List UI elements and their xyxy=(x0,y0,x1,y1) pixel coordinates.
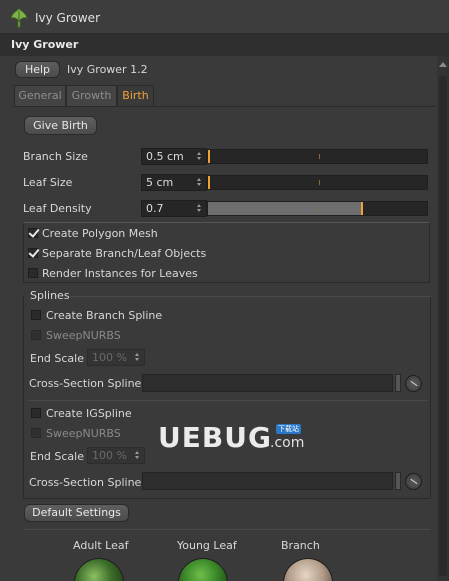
spinner-icon[interactable] xyxy=(197,178,202,187)
end-scale-label: End Scale xyxy=(30,450,84,463)
end-scale-label: End Scale xyxy=(30,352,84,365)
tab-birth[interactable]: Birth xyxy=(117,85,154,106)
sweep-nurbs-label: SweepNURBS xyxy=(46,427,121,440)
splines-divider xyxy=(29,400,427,401)
leaf-density-value: 0.7 xyxy=(146,202,164,215)
default-settings-button[interactable]: Default Settings xyxy=(24,504,129,522)
tab-growth[interactable]: Growth xyxy=(66,85,117,106)
branch-size-label: Branch Size xyxy=(23,150,88,163)
separate-objects-label: Separate Branch/Leaf Objects xyxy=(42,247,207,260)
tab-divider xyxy=(14,106,436,107)
materials-divider xyxy=(23,529,430,530)
create-polygon-mesh-checkbox[interactable] xyxy=(28,228,38,238)
render-instances-checkbox[interactable] xyxy=(28,268,38,278)
cross-section-spline-label: Cross-Section Spline xyxy=(29,476,142,489)
watermark-text: UEBUG xyxy=(158,421,272,454)
ivy-leaf-icon xyxy=(10,8,28,28)
slider-fill xyxy=(208,202,361,215)
leaf-density-slider[interactable] xyxy=(207,201,428,216)
watermark-tag: 下载站 xyxy=(276,424,301,434)
sweep-nurbs-checkbox[interactable] xyxy=(31,428,41,438)
link-button[interactable] xyxy=(395,472,401,490)
panel-header: Ivy Grower xyxy=(0,34,449,56)
watermark-suffix: .com xyxy=(270,435,305,451)
pick-object-icon[interactable] xyxy=(405,375,422,392)
cross-section-spline-field[interactable] xyxy=(142,472,393,490)
title-bar: Ivy Grower xyxy=(0,0,449,34)
scroll-thumb[interactable] xyxy=(439,76,447,576)
panel-title: Ivy Grower xyxy=(11,38,79,51)
slider-handle[interactable] xyxy=(208,176,210,189)
render-instances-label: Render Instances for Leaves xyxy=(42,267,198,280)
slider-midpoint-tick xyxy=(319,206,320,211)
help-button[interactable]: Help xyxy=(15,61,60,78)
sweep-nurbs-checkbox[interactable] xyxy=(31,330,41,340)
version-label: Ivy Grower 1.2 xyxy=(67,63,148,76)
create-igspline-label: Create IGSpline xyxy=(46,407,132,420)
spinner-icon[interactable] xyxy=(135,353,140,362)
sweep-nurbs-label: SweepNURBS xyxy=(46,329,121,342)
adult-leaf-label: Adult Leaf xyxy=(73,539,129,552)
slider-handle[interactable] xyxy=(208,150,210,163)
end-scale-input[interactable]: 100 % xyxy=(87,349,145,366)
cross-section-spline-field[interactable] xyxy=(142,374,393,392)
create-branch-spline-label: Create Branch Spline xyxy=(46,309,163,322)
cross-section-spline-label: Cross-Section Spline xyxy=(29,377,142,390)
splines-top-divider xyxy=(70,296,431,297)
create-polygon-mesh-label: Create Polygon Mesh xyxy=(42,227,158,240)
end-scale-value: 100 % xyxy=(92,351,127,364)
leaf-density-label: Leaf Density xyxy=(23,202,92,215)
end-scale-input[interactable]: 100 % xyxy=(87,447,145,464)
branch-size-value: 0.5 cm xyxy=(146,150,184,163)
watermark-logo: UEBUG 下载站 .com xyxy=(158,421,310,457)
pick-object-icon[interactable] xyxy=(405,473,422,490)
young-leaf-label: Young Leaf xyxy=(177,539,237,552)
tab-general[interactable]: General xyxy=(14,85,66,106)
link-button[interactable] xyxy=(395,374,401,392)
leaf-size-input[interactable]: 5 cm xyxy=(141,174,207,191)
leaf-density-input[interactable]: 0.7 xyxy=(141,200,207,217)
leaf-size-label: Leaf Size xyxy=(23,176,73,189)
spinner-icon[interactable] xyxy=(135,451,140,460)
give-birth-button[interactable]: Give Birth xyxy=(24,116,97,135)
end-scale-value: 100 % xyxy=(92,449,127,462)
create-branch-spline-checkbox[interactable] xyxy=(31,310,41,320)
window-title: Ivy Grower xyxy=(35,11,100,25)
leaf-size-value: 5 cm xyxy=(146,176,174,189)
slider-handle[interactable] xyxy=(361,202,363,215)
spinner-icon[interactable] xyxy=(197,204,202,213)
scroll-up-icon[interactable] xyxy=(439,62,447,67)
branch-size-input[interactable]: 0.5 cm xyxy=(141,148,207,165)
separate-objects-checkbox[interactable] xyxy=(28,248,38,258)
branch-label: Branch xyxy=(281,539,320,552)
create-igspline-checkbox[interactable] xyxy=(31,408,41,418)
splines-group xyxy=(23,296,431,499)
slider-midpoint-tick xyxy=(319,180,320,185)
branch-size-slider[interactable] xyxy=(207,149,428,164)
spinner-icon[interactable] xyxy=(197,152,202,161)
slider-midpoint-tick xyxy=(319,154,320,159)
scrollbar[interactable] xyxy=(437,56,449,581)
leaf-size-slider[interactable] xyxy=(207,175,428,190)
